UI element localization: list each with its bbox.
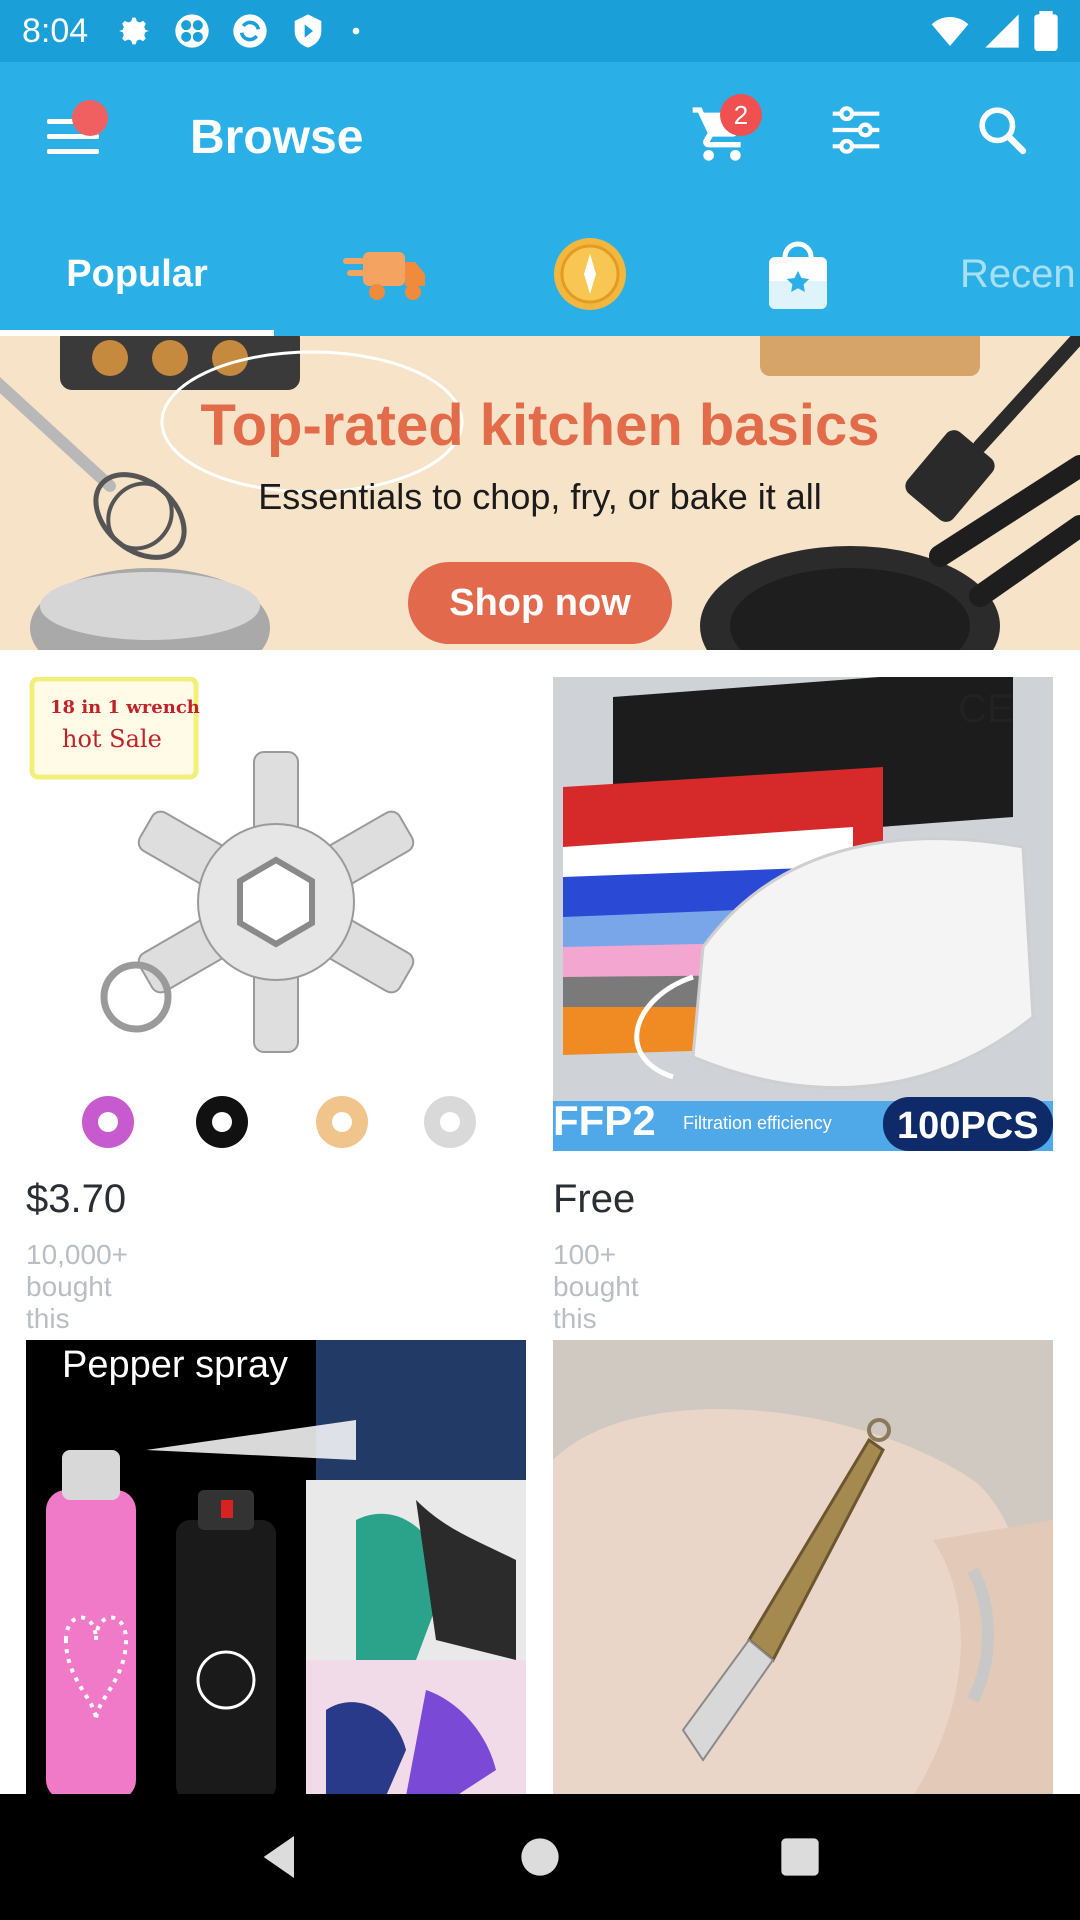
product-bought-count: 100+ bought this <box>553 1239 639 1334</box>
tab-bar: Popular Recen <box>0 212 1080 336</box>
gear-icon <box>119 17 150 45</box>
search-button[interactable] <box>974 102 1038 172</box>
shopping-bag-star-icon <box>769 241 827 309</box>
promo-banner[interactable]: Top-rated kitchen basics Essentials to c… <box>0 336 1080 650</box>
banner-title: Top-rated kitchen basics <box>200 393 880 458</box>
product-image-masks[interactable]: CE FFP2 Filtration efficiency 100PCS <box>553 677 1053 1151</box>
page-title: Browse <box>190 111 364 164</box>
tab-coins[interactable] <box>530 212 650 336</box>
status-icons-right <box>930 11 1058 51</box>
notification-dot <box>72 100 108 136</box>
image-caption-100pcs: 100PCS <box>897 1105 1039 1147</box>
coin-icon <box>554 238 626 310</box>
tab-recent[interactable]: Recen <box>960 212 1080 336</box>
product-bought-count: 10,000+ bought this <box>26 1239 128 1334</box>
wifi-icon <box>931 17 969 46</box>
tab-popular[interactable]: Popular <box>0 212 274 336</box>
image-caption-pepper-spray: Pepper spray <box>62 1344 289 1386</box>
image-caption-filtration: Filtration efficiency <box>683 1113 832 1133</box>
status-icons-left <box>114 11 366 51</box>
filter-button[interactable] <box>828 102 888 172</box>
home-icon[interactable] <box>512 1829 568 1885</box>
dot-icon <box>352 27 360 35</box>
banner-subtitle: Essentials to chop, fry, or bake it all <box>258 476 822 517</box>
delivery-truck-icon <box>343 252 425 300</box>
mini-knife-illustration <box>553 1409 1053 1796</box>
tab-recent-label: Recen <box>960 251 1076 296</box>
tab-delivery[interactable] <box>324 212 444 336</box>
masks-illustration <box>553 677 1053 1151</box>
sliders-icon <box>832 106 880 154</box>
tab-shop[interactable] <box>738 212 858 336</box>
shop-now-button[interactable]: Shop now <box>408 562 672 644</box>
tab-popular-label: Popular <box>66 252 208 295</box>
product-image-wrench[interactable]: 18 in 1 wrench hot Sale <box>26 677 526 1151</box>
product-image-mini-knife[interactable] <box>553 1340 1053 1796</box>
pepper-spray-illustration <box>46 1340 526 1796</box>
app-bar: Browse 2 <box>0 62 1080 212</box>
recent-apps-icon[interactable] <box>772 1829 828 1885</box>
status-time: 8:04 <box>22 11 89 50</box>
image-caption-wrench: 18 in 1 wrench <box>50 697 200 718</box>
system-nav-bar <box>0 1794 1080 1920</box>
product-price: Free <box>553 1177 636 1221</box>
cart-count-badge: 2 <box>720 94 762 136</box>
signal-icon <box>985 14 1019 48</box>
image-caption-ce: CE <box>958 687 1014 731</box>
battery-icon <box>1034 11 1058 51</box>
image-caption-hot-sale: hot Sale <box>62 725 162 753</box>
product-image-pepper-spray[interactable]: Pepper spray <box>26 1340 526 1796</box>
back-icon[interactable] <box>252 1829 308 1885</box>
status-bar: 8:04 <box>0 0 1080 62</box>
sync-icon <box>233 14 267 48</box>
product-price: $3.70 <box>26 1177 127 1221</box>
search-icon <box>979 107 1027 155</box>
image-caption-ffp2: FFP2 <box>553 1097 656 1144</box>
fan-icon <box>175 14 209 48</box>
play-store-icon <box>294 14 322 48</box>
